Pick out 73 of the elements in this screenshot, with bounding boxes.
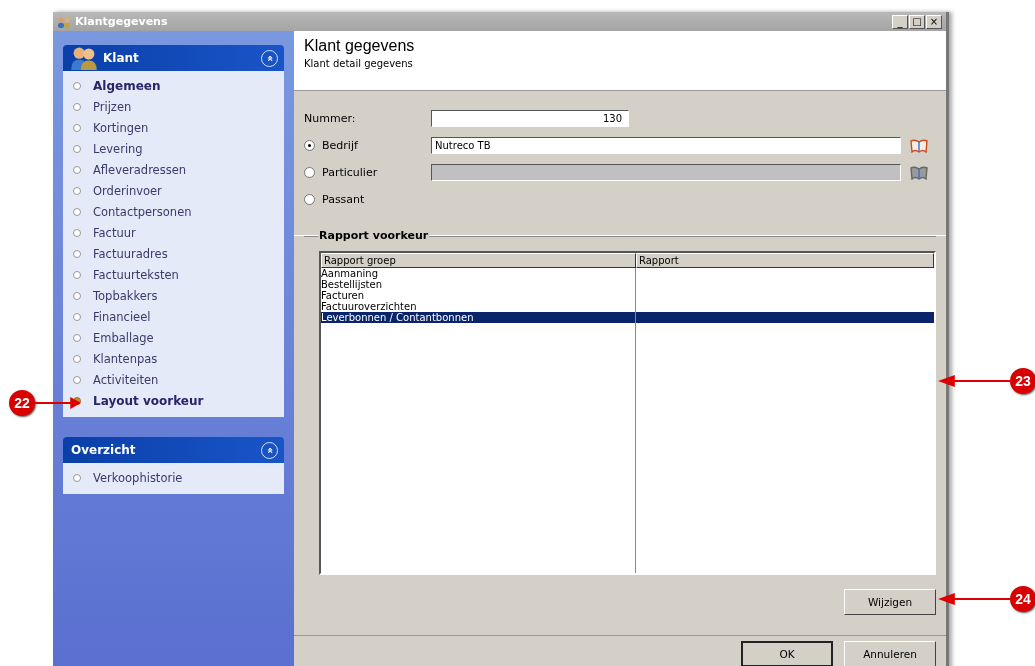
- book-icon[interactable]: [910, 165, 928, 180]
- callout-marker: 22: [9, 390, 35, 416]
- item-label: Topbakkers: [93, 288, 158, 303]
- section-header[interactable]: Klant «: [63, 45, 284, 71]
- item-label: Activiteiten: [93, 372, 159, 387]
- arrow-icon: [938, 375, 1010, 387]
- name-field[interactable]: Nutreco TB: [431, 137, 901, 154]
- radio-button[interactable]: Particulier: [304, 166, 431, 179]
- item-label: Afleveradressen: [93, 162, 187, 177]
- item-label: Factuur: [93, 225, 136, 240]
- group-title: Rapport voorkeur: [318, 229, 430, 242]
- sidebar-item[interactable]: Klantenpas: [63, 348, 284, 369]
- item-label: Factuuradres: [93, 246, 168, 261]
- number-field[interactable]: 130: [431, 110, 629, 127]
- section-header[interactable]: Overzicht «: [63, 437, 284, 463]
- sidebar-item[interactable]: Financieel: [63, 306, 284, 327]
- table-cell: Factuuroverzichten: [321, 301, 417, 312]
- ok-button[interactable]: OK: [741, 641, 833, 666]
- sidebar-item[interactable]: Topbakkers: [63, 285, 284, 306]
- table-cell: Bestellijsten: [321, 279, 383, 290]
- sidebar-item[interactable]: Contactpersonen: [63, 201, 284, 222]
- book-icon[interactable]: [910, 138, 928, 153]
- callout-marker: 23: [1010, 368, 1035, 394]
- column-header[interactable]: Rapport groep: [321, 253, 636, 268]
- people-icon: [57, 15, 71, 28]
- item-label: Kortingen: [93, 120, 149, 135]
- item-label: Levering: [93, 141, 143, 156]
- people-icon: [69, 46, 99, 70]
- sidebar-item[interactable]: Prijzen: [63, 96, 284, 117]
- item-label: Orderinvoer: [93, 183, 162, 198]
- sidebar-item[interactable]: Levering: [63, 138, 284, 159]
- table-row[interactable]: Facturen: [321, 290, 934, 301]
- page-title: Klant gegevens: [304, 37, 416, 55]
- item-label: Contactpersonen: [93, 204, 192, 219]
- page-subtitle: Klant detail gegevens: [304, 58, 414, 69]
- window-control-button[interactable]: □: [909, 14, 925, 29]
- table-cell: Leverbonnen / Contantbonnen: [321, 312, 474, 323]
- sidebar-item[interactable]: Factuur: [63, 222, 284, 243]
- sidebar-item[interactable]: Orderinvoer: [63, 180, 284, 201]
- item-label: Layout voorkeur: [93, 393, 204, 408]
- item-label: Emballage: [93, 330, 154, 345]
- table-cell: Facturen: [321, 290, 365, 301]
- radio-button[interactable]: Passant: [304, 193, 431, 206]
- radio-button[interactable]: Bedrijf: [304, 139, 431, 152]
- window-control-button[interactable]: ×: [926, 14, 942, 29]
- item-label: Klantenpas: [93, 351, 158, 366]
- sidebar-item[interactable]: Kortingen: [63, 117, 284, 138]
- sidebar-item[interactable]: Algemeen: [63, 75, 284, 96]
- arrow-icon: [35, 397, 81, 409]
- table-row[interactable]: Bestellijsten: [321, 279, 934, 290]
- arrow-icon: [938, 593, 1010, 605]
- cancel-button[interactable]: Annuleren: [844, 641, 936, 666]
- item-label: Financieel: [93, 309, 151, 324]
- table-cell: Aanmaning: [321, 268, 378, 279]
- field-label: Nummer:: [304, 112, 357, 125]
- edit-button[interactable]: Wijzigen: [844, 589, 936, 615]
- section-title: Overzicht: [70, 443, 137, 457]
- table-row[interactable]: Aanmaning: [321, 268, 934, 279]
- sidebar-item[interactable]: Factuuradres: [63, 243, 284, 264]
- sidebar-item[interactable]: Emballage: [63, 327, 284, 348]
- sidebar-item[interactable]: Factuurteksten: [63, 264, 284, 285]
- callout-marker: 24: [1010, 586, 1035, 612]
- window-control-button[interactable]: _: [892, 14, 908, 29]
- item-label: Algemeen: [93, 78, 161, 93]
- table-row[interactable]: Leverbonnen / Contantbonnen: [321, 312, 934, 323]
- column-header[interactable]: Rapport: [636, 253, 934, 268]
- item-label: Factuurteksten: [93, 267, 179, 282]
- window-title: Klantgegevens: [75, 15, 169, 28]
- item-label: Verkoophistorie: [93, 470, 183, 485]
- section-title: Klant: [103, 51, 140, 65]
- item-label: Prijzen: [93, 99, 132, 114]
- sidebar-item[interactable]: Activiteiten: [63, 369, 284, 390]
- sidebar-item[interactable]: Afleveradressen: [63, 159, 284, 180]
